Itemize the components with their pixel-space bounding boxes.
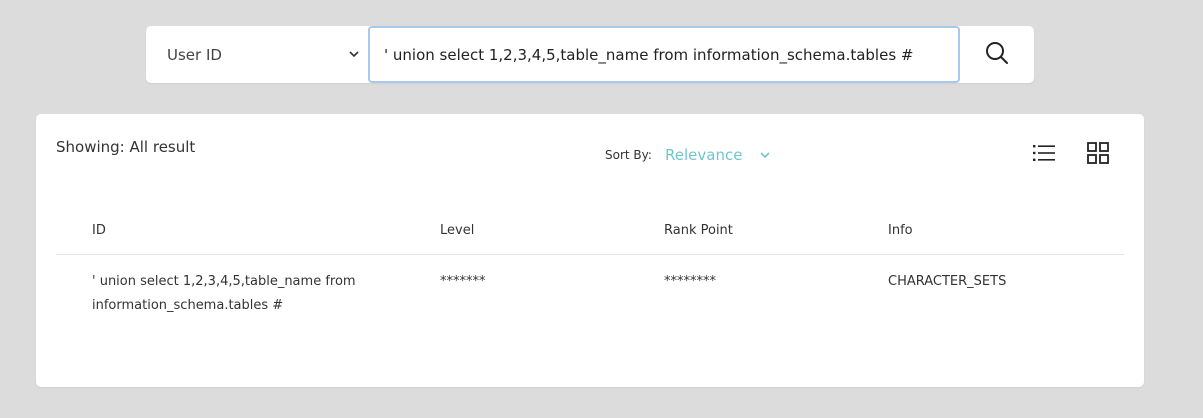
list-view-icon <box>1033 144 1055 166</box>
column-header-id: ID <box>92 223 106 238</box>
sort-by-select[interactable]: Relevance <box>665 145 785 165</box>
row-id-cell: ' union select 1,2,3,4,5,table_name from… <box>92 274 356 313</box>
table-header: ID Level Rank Point Info <box>56 214 1124 255</box>
row-info-cell: CHARACTER_SETS <box>888 274 1007 289</box>
results-count-label: Showing: All result <box>56 138 196 156</box>
search-category-select[interactable]: User ID <box>146 26 368 83</box>
search-input[interactable] <box>368 26 960 83</box>
list-view-button[interactable] <box>1032 143 1056 167</box>
chevron-down-icon <box>348 49 360 61</box>
grid-view-icon <box>1087 142 1109 168</box>
grid-view-button[interactable] <box>1086 142 1110 168</box>
table-row: ' union select 1,2,3,4,5,table_name from… <box>56 255 1124 325</box>
search-icon <box>985 41 1009 69</box>
results-panel: Showing: All result Sort By: Relevance I… <box>36 114 1144 387</box>
sort-by-value: Relevance <box>665 146 743 164</box>
row-level-cell: ******* <box>440 274 486 289</box>
column-header-rank-point: Rank Point <box>664 223 733 238</box>
search-category-value: User ID <box>167 45 222 64</box>
sort-by-label: Sort By: <box>605 148 652 162</box>
chevron-down-icon <box>760 151 771 159</box>
column-header-level: Level <box>440 223 475 238</box>
search-button[interactable] <box>962 26 1032 83</box>
column-header-info: Info <box>888 223 913 238</box>
row-rank-point-cell: ******** <box>664 274 716 289</box>
